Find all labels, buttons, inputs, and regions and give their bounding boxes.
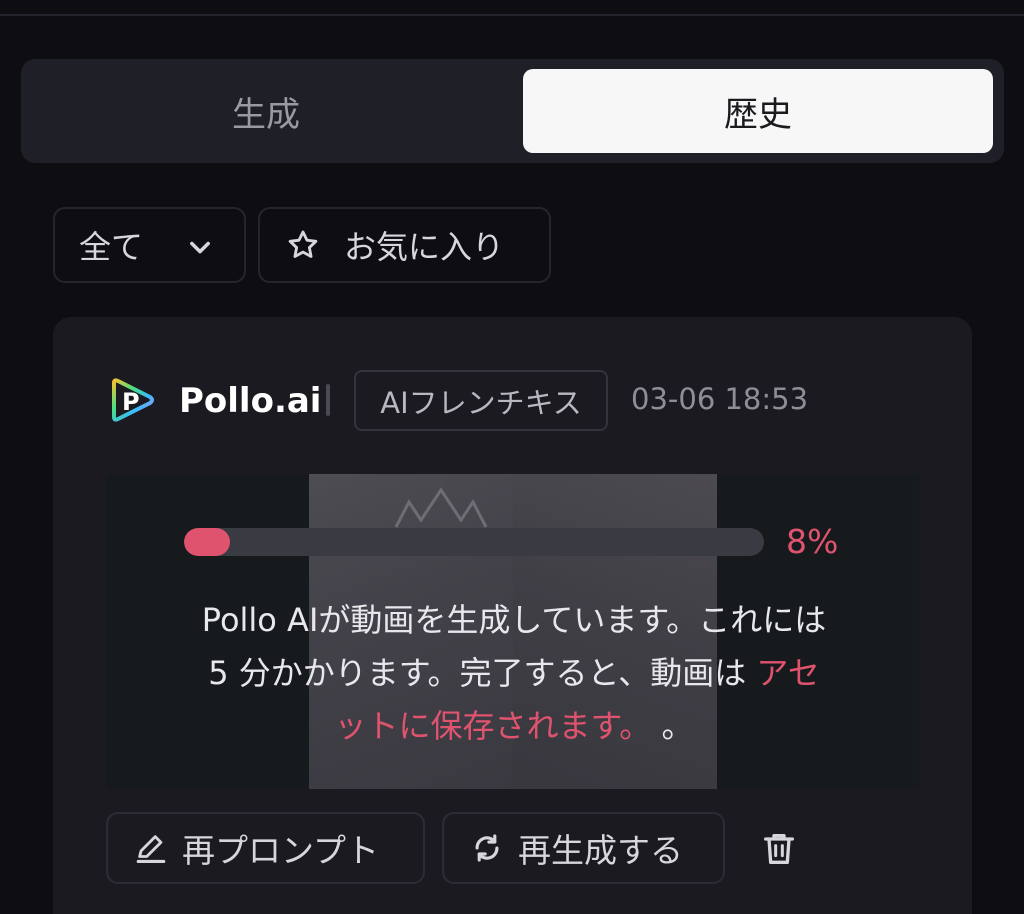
regenerate-label: 再生成する <box>518 831 683 870</box>
trash-icon[interactable] <box>759 829 799 869</box>
tab-bar: 生成 歴史 <box>21 59 1004 163</box>
divider <box>326 384 330 416</box>
chevron-down-icon <box>190 241 210 254</box>
pollo-logo-icon: P <box>112 378 154 422</box>
message-line-2: 5 分かかります。完了すると、動画は <box>208 654 747 692</box>
filter-all-dropdown[interactable]: 全て <box>53 207 246 283</box>
progress-bar <box>184 528 764 556</box>
brand-name: Pollo.ai <box>179 381 322 421</box>
video-preview: 8% Pollo AIが動画を生成しています。これには 5 分かかります。完了す… <box>106 474 919 789</box>
refresh-icon <box>475 834 499 862</box>
star-icon <box>288 230 318 258</box>
generation-card: P Pollo.ai AIフレンチキス 03-06 18:53 8% Pollo… <box>53 317 972 914</box>
favorites-filter-button[interactable]: お気に入り <box>258 207 551 283</box>
top-divider <box>0 14 1024 16</box>
reprompt-label: 再プロンプト <box>182 831 380 870</box>
svg-text:P: P <box>122 388 140 416</box>
timestamp: 03-06 18:53 <box>631 382 809 416</box>
assets-link[interactable]: アセ <box>756 654 819 692</box>
favorites-label: お気に入り <box>344 228 505 266</box>
message-suffix: 。 <box>661 707 694 745</box>
model-tag: AIフレンチキス <box>354 370 608 431</box>
filter-all-label: 全て <box>79 228 144 266</box>
reprompt-button[interactable]: 再プロンプト <box>106 812 425 884</box>
message-line-1: Pollo AIが動画を生成しています。これには <box>201 601 827 639</box>
regenerate-button[interactable]: 再生成する <box>442 812 725 884</box>
assets-link-continued[interactable]: ットに保存されます。 <box>335 707 652 745</box>
progress-fill <box>184 528 231 556</box>
pencil-icon <box>136 835 166 864</box>
tab-history[interactable]: 歴史 <box>523 69 993 153</box>
progress-percentage: 8% <box>786 522 839 561</box>
tab-generate[interactable]: 生成 <box>31 69 501 153</box>
generation-status-message: Pollo AIが動画を生成しています。これには 5 分かかります。完了すると、… <box>134 594 894 753</box>
